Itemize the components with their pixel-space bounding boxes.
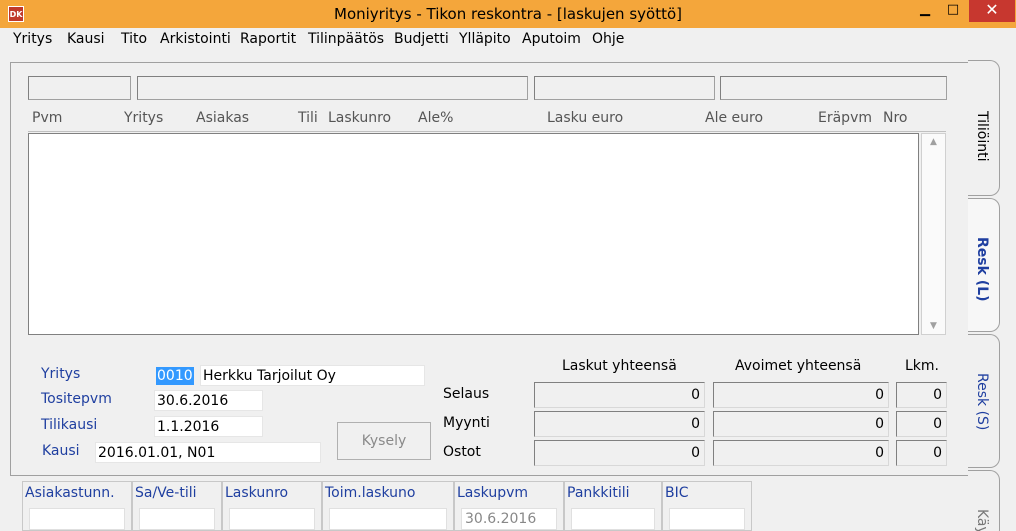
sa-ve-tili-cell: Sa/Ve-tili xyxy=(132,481,222,531)
tab-resk-l-label: Resk (L) xyxy=(974,237,990,302)
bic-label: BIC xyxy=(665,485,689,501)
close-button[interactable]: ✕ xyxy=(969,0,1015,22)
laskunro-label: Laskunro xyxy=(225,485,289,501)
menu-raportit[interactable]: Raportit xyxy=(240,31,296,47)
col-laskunro[interactable]: Laskunro xyxy=(328,110,391,126)
kausi-input[interactable]: 2016.01.01, N01 xyxy=(95,442,321,463)
pankkitili-cell: Pankkitili xyxy=(564,481,662,531)
avoimet-yhteensa-header: Avoimet yhteensä xyxy=(735,358,862,374)
toim-laskuno-label: Toim.laskuno xyxy=(325,485,416,501)
laskunro-input[interactable] xyxy=(229,508,315,530)
kausi-label: Kausi xyxy=(42,443,80,459)
asiakastunnus-cell: Asiakastunn. xyxy=(22,481,132,531)
minimize-button[interactable]: ▁ xyxy=(912,0,938,22)
col-erapvm[interactable]: Eräpvm xyxy=(818,110,872,126)
kysely-button[interactable]: Kysely xyxy=(337,422,431,460)
col-ale-percent[interactable]: Ale% xyxy=(418,110,453,126)
menu-yllapito[interactable]: Ylläpito xyxy=(459,31,511,47)
selaus-avoimet-value: 0 xyxy=(713,382,889,408)
yritys-label: Yritys xyxy=(41,366,81,382)
myynti-lkm-value: 0 xyxy=(896,411,947,437)
toim-laskuno-cell: Toim.laskuno xyxy=(322,481,454,531)
selaus-label: Selaus xyxy=(443,386,490,402)
ostot-laskut-value: 0 xyxy=(534,440,705,466)
col-asiakas[interactable]: Asiakas xyxy=(196,110,249,126)
selaus-lkm-value: 0 xyxy=(896,382,947,408)
menu-yritys[interactable]: Yritys xyxy=(13,31,52,47)
myynti-avoimet-value: 0 xyxy=(713,411,889,437)
ostot-lkm-value: 0 xyxy=(896,440,947,466)
menu-bar: Yritys Kausi Tito Arkistointi Raportit T… xyxy=(0,28,1016,52)
menu-ohje[interactable]: Ohje xyxy=(592,31,624,47)
laskupvm-cell: Laskupvm 30.6.2016 xyxy=(454,481,564,531)
list-column-header xyxy=(28,107,946,132)
asiakastunnus-input[interactable] xyxy=(29,508,125,530)
tab-kay[interactable]: Käy xyxy=(968,470,1000,531)
ostot-avoimet-value: 0 xyxy=(713,440,889,466)
yritys-code-input[interactable]: 0010 xyxy=(156,367,194,385)
pankkitili-input[interactable] xyxy=(571,508,655,530)
tilikausi-input[interactable]: 1.1.2016 xyxy=(154,416,263,437)
pankkitili-label: Pankkitili xyxy=(567,485,630,501)
scroll-up-icon[interactable]: ▲ xyxy=(922,134,945,150)
col-lasku-euro[interactable]: Lasku euro xyxy=(547,110,623,126)
tab-resk-l[interactable]: Resk (L) xyxy=(968,198,1000,332)
laskut-yhteensa-header: Laskut yhteensä xyxy=(562,358,677,374)
sa-ve-tili-label: Sa/Ve-tili xyxy=(135,485,197,501)
myynti-laskut-value: 0 xyxy=(534,411,705,437)
menu-aputoim[interactable]: Aputoim xyxy=(522,31,581,47)
scroll-down-icon[interactable]: ▼ xyxy=(922,318,945,334)
ostot-label: Ostot xyxy=(443,444,481,460)
myynti-label: Myynti xyxy=(443,415,490,431)
tositepvm-label: Tositepvm xyxy=(41,391,112,407)
vertical-tab-strip: Tiliöinti Resk (L) Resk (S) Käy xyxy=(968,56,1016,531)
list-scrollbar[interactable]: ▲ ▼ xyxy=(921,133,946,335)
bic-cell: BIC xyxy=(662,481,752,531)
asiakastunnus-label: Asiakastunn. xyxy=(25,485,115,501)
tab-resk-s-label: Resk (S) xyxy=(974,373,990,431)
tilikausi-label: Tilikausi xyxy=(41,417,98,433)
sa-ve-tili-input[interactable] xyxy=(139,508,215,530)
yritys-name-field: Herkku Tarjoilut Oy xyxy=(200,365,425,386)
header-box-2 xyxy=(137,76,528,100)
menu-kausi[interactable]: Kausi xyxy=(67,31,105,47)
tab-resk-s[interactable]: Resk (S) xyxy=(968,334,1000,468)
toim-laskuno-input[interactable] xyxy=(329,508,447,530)
col-yritys[interactable]: Yritys xyxy=(124,110,163,126)
bic-input[interactable] xyxy=(669,508,745,530)
tab-kay-label: Käy xyxy=(974,509,990,531)
tab-tiliointi[interactable]: Tiliöinti xyxy=(968,60,1000,196)
col-ale-euro[interactable]: Ale euro xyxy=(705,110,763,126)
col-tili[interactable]: Tili xyxy=(298,110,318,126)
menu-tilinpaatos[interactable]: Tilinpäätös xyxy=(308,31,384,47)
header-box-3 xyxy=(534,76,715,100)
invoice-list[interactable] xyxy=(28,133,919,335)
menu-budjetti[interactable]: Budjetti xyxy=(394,31,449,47)
header-box-1 xyxy=(28,76,131,100)
selaus-laskut-value: 0 xyxy=(534,382,705,408)
window-title: Moniyritys - Tikon reskontra - [laskujen… xyxy=(334,5,682,23)
tositepvm-input[interactable]: 30.6.2016 xyxy=(154,390,263,411)
laskupvm-input[interactable]: 30.6.2016 xyxy=(461,508,557,530)
maximize-button[interactable]: □ xyxy=(938,0,968,22)
tab-tiliointi-label: Tiliöinti xyxy=(974,111,990,162)
menu-tito[interactable]: Tito xyxy=(121,31,147,47)
lkm-header: Lkm. xyxy=(905,358,939,374)
col-pvm[interactable]: Pvm xyxy=(32,110,62,126)
header-box-4 xyxy=(720,76,947,100)
laskupvm-label: Laskupvm xyxy=(457,485,529,501)
laskunro-cell: Laskunro xyxy=(222,481,322,531)
menu-arkistointi[interactable]: Arkistointi xyxy=(160,31,231,47)
title-bar: DK Moniyritys - Tikon reskontra - [lasku… xyxy=(0,0,1016,28)
col-nro[interactable]: Nro xyxy=(883,110,908,126)
